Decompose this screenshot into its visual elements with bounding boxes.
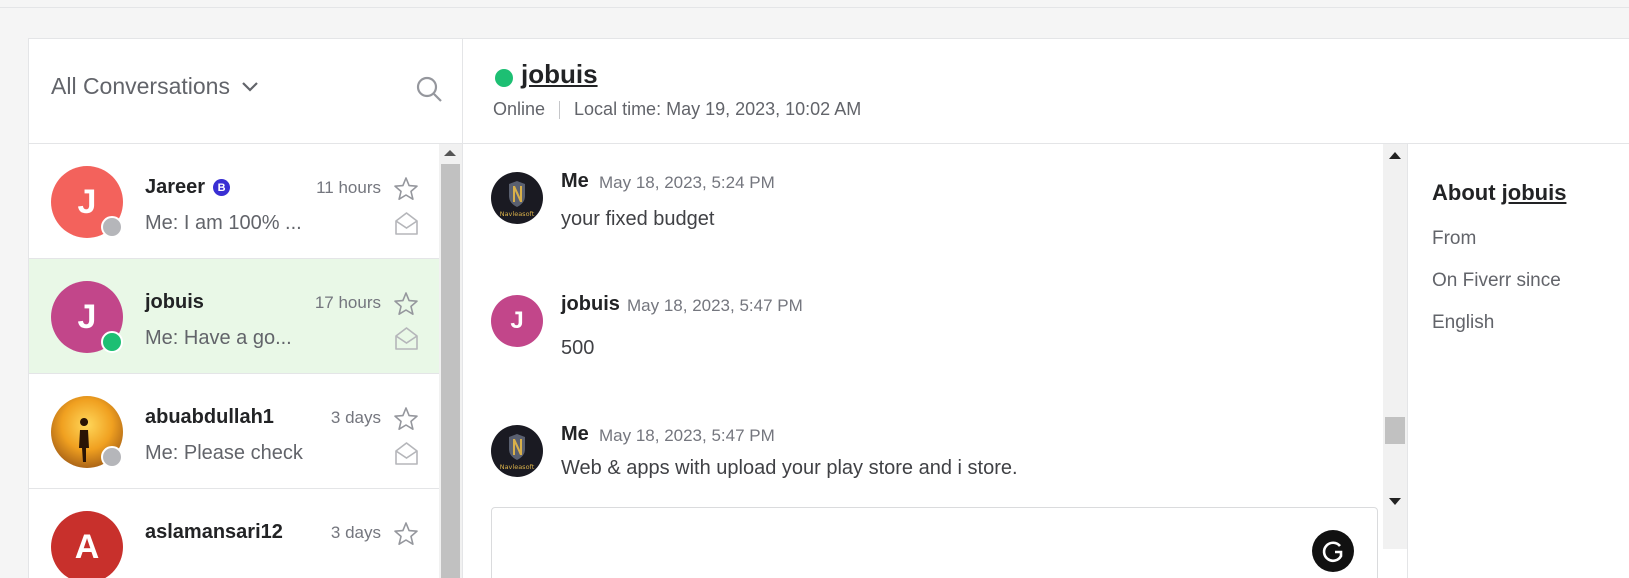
- sidebar-header: All Conversations: [29, 39, 462, 144]
- chat-header: jobuis Online Local time: May 19, 2023, …: [463, 39, 1629, 144]
- chat-username-link[interactable]: jobuis: [521, 59, 598, 90]
- about-user-panel: About jobuis From On Fiverr since Englis…: [1407, 144, 1629, 578]
- conversation-item-abuabdullah1[interactable]: abuabdullah1 3 days Me: Please check: [29, 374, 439, 489]
- conversation-time: 3 days: [330, 408, 381, 427]
- conversation-name: Jareer B: [145, 176, 231, 199]
- about-title-prefix: About: [1432, 180, 1496, 205]
- offline-status-dot: [101, 216, 123, 238]
- scroll-down-arrow-icon[interactable]: [1389, 498, 1401, 505]
- about-member-since-label: On Fiverr since: [1432, 270, 1561, 291]
- message-thread-scrollbar[interactable]: [1383, 144, 1407, 549]
- grammarly-icon[interactable]: [1312, 530, 1354, 572]
- scrollbar-thumb[interactable]: [1385, 417, 1405, 444]
- conversation-item-jareer[interactable]: J Jareer B 11 hours Me: I am 100% ...: [29, 144, 439, 259]
- conversation-name: jobuis: [145, 291, 204, 314]
- scroll-up-arrow-icon[interactable]: [1389, 152, 1401, 159]
- avatar-letter: J: [77, 182, 97, 221]
- mark-read-envelope-icon[interactable]: [394, 326, 419, 351]
- conversation-item-aslamansari12[interactable]: A aslamansari12 3 days: [29, 489, 439, 578]
- message-time: May 18, 2023, 5:24 PM: [599, 173, 775, 192]
- message-sender: Me: [561, 170, 589, 192]
- star-icon[interactable]: [393, 406, 419, 432]
- offline-status-dot: [101, 446, 123, 468]
- message-text: your fixed budget: [561, 208, 715, 230]
- inbox-panel: All Conversations J Jareer B 11 hours Me…: [28, 38, 1629, 578]
- conversation-name-text: aslamansari12: [145, 521, 283, 543]
- mark-read-envelope-icon[interactable]: [394, 211, 419, 236]
- avatar-letter: A: [74, 527, 100, 566]
- about-username-link[interactable]: jobuis: [1502, 180, 1567, 205]
- avatar: J: [491, 295, 543, 347]
- conversation-name-text: jobuis: [145, 291, 204, 313]
- avatar-letter: J: [77, 297, 97, 336]
- avatar: Navleasoft: [491, 172, 543, 224]
- pro-badge-icon: B: [213, 179, 231, 196]
- online-status-dot: [101, 331, 123, 353]
- message-time: May 18, 2023, 5:47 PM: [627, 296, 803, 315]
- message-time: May 18, 2023, 5:47 PM: [599, 426, 775, 445]
- mark-read-envelope-icon[interactable]: [394, 441, 419, 466]
- search-icon[interactable]: [415, 75, 443, 103]
- conversation-filter-dropdown[interactable]: All Conversations: [51, 73, 260, 100]
- svg-text:Navleasoft: Navleasoft: [500, 463, 535, 471]
- avatar-letter: J: [510, 307, 524, 334]
- message-text: Web & apps with upload your play store a…: [561, 457, 1018, 479]
- online-status-dot: [495, 69, 513, 87]
- divider: [559, 100, 561, 119]
- about-title: About jobuis: [1432, 180, 1566, 206]
- about-from-label: From: [1432, 228, 1477, 249]
- about-language-label: English: [1432, 312, 1495, 333]
- conversation-time: 3 days: [330, 523, 381, 542]
- star-icon[interactable]: [393, 176, 419, 202]
- svg-text:Navleasoft: Navleasoft: [500, 210, 535, 218]
- filter-label: All Conversations: [51, 73, 230, 99]
- conversation-name-text: abuabdullah1: [145, 406, 274, 428]
- scroll-up-arrow-icon[interactable]: [444, 150, 456, 156]
- message-sender: jobuis: [561, 293, 620, 315]
- conversation-sidebar: All Conversations J Jareer B 11 hours Me…: [29, 39, 463, 578]
- chat-pane: jobuis Online Local time: May 19, 2023, …: [463, 39, 1629, 578]
- avatar: A: [51, 511, 123, 578]
- navleasoft-logo-icon: Navleasoft: [500, 434, 535, 471]
- conversation-time: 17 hours: [314, 293, 381, 312]
- star-icon[interactable]: [393, 291, 419, 317]
- chat-status-line: Online Local time: May 19, 2023, 10:02 A…: [493, 99, 861, 120]
- conversation-snippet: Me: Have a go...: [145, 327, 292, 349]
- conversation-snippet: Me: I am 100% ...: [145, 212, 302, 234]
- star-icon[interactable]: [393, 521, 419, 547]
- top-divider: [0, 7, 1629, 8]
- conversation-list: J Jareer B 11 hours Me: I am 100% ... J …: [29, 144, 439, 578]
- message-text: 500: [561, 337, 595, 359]
- conversation-name: abuabdullah1: [145, 406, 274, 429]
- conversation-name: aslamansari12: [145, 521, 283, 544]
- conversation-name-text: Jareer: [145, 176, 206, 198]
- message-composer-input[interactable]: [491, 507, 1378, 578]
- online-status-text: Online: [493, 99, 546, 119]
- navleasoft-logo-icon: Navleasoft: [500, 181, 535, 218]
- local-time: Local time: May 19, 2023, 10:02 AM: [574, 99, 862, 119]
- chevron-down-icon: [242, 81, 258, 92]
- scrollbar-thumb[interactable]: [441, 164, 460, 578]
- avatar: Navleasoft: [491, 425, 543, 477]
- conversation-list-scrollbar[interactable]: [439, 144, 462, 578]
- conversation-snippet: Me: Please check: [145, 442, 303, 464]
- conversation-item-jobuis[interactable]: J jobuis 17 hours Me: Have a go...: [29, 259, 439, 374]
- message-sender: Me: [561, 423, 589, 445]
- conversation-time: 11 hours: [316, 178, 381, 197]
